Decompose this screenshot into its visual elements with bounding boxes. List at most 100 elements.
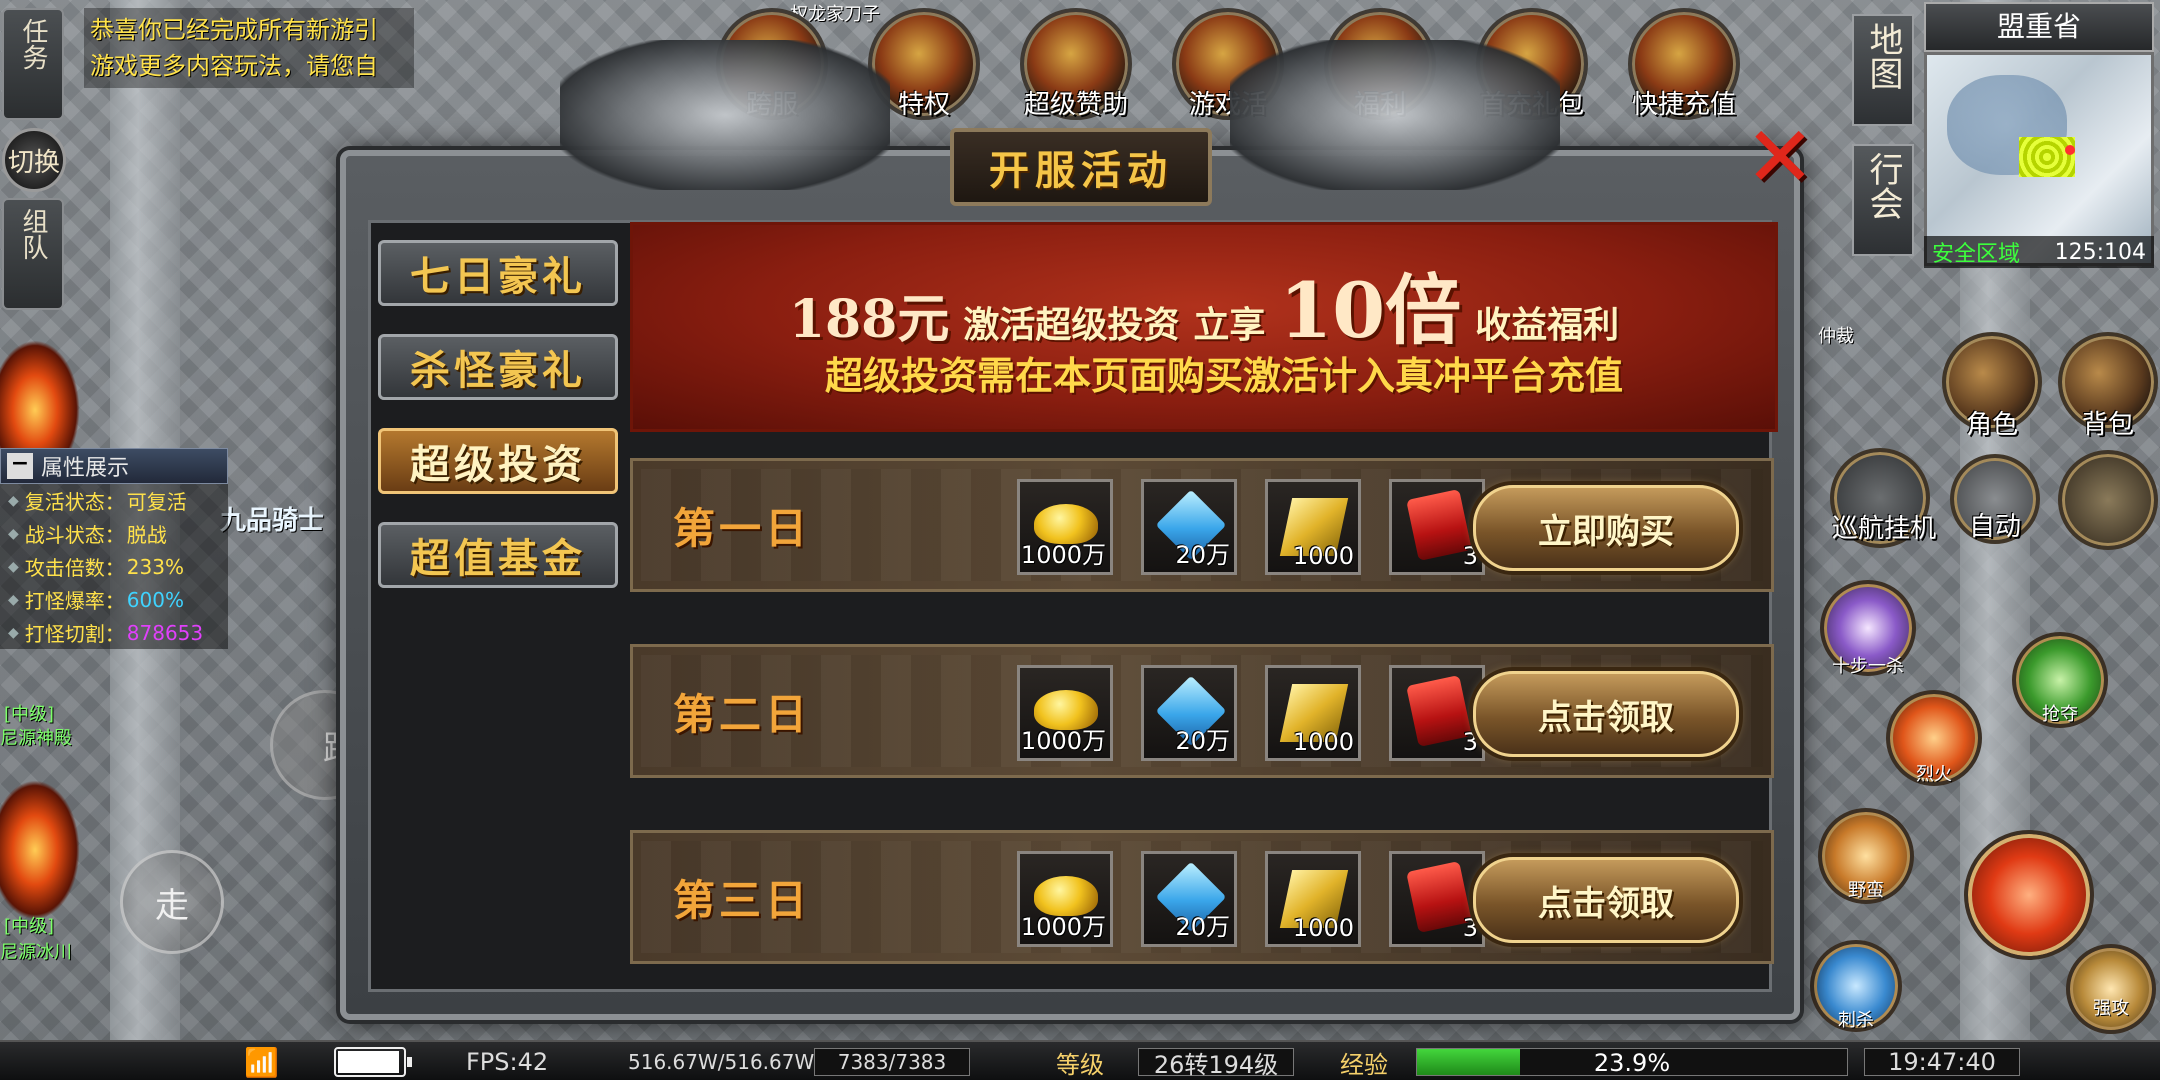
diamond-bullet-icon: ◆ (8, 558, 19, 575)
guild-button[interactable]: 行会 (1852, 144, 1914, 256)
reward-quantity: 20万 (1175, 541, 1230, 569)
reward-slot[interactable]: 1000 (1265, 665, 1361, 761)
attribute-row: ◆ 战斗状态： 脱战 (0, 517, 228, 550)
day-row: 第三日 1000万 20万 1000 3 点击领取 (630, 830, 1774, 964)
tab-label: 超值基金 (410, 535, 586, 582)
attribute-row: ◆ 打怪切割： 878653 (0, 616, 228, 649)
dialog-title-plate: 开服活动 (950, 128, 1212, 206)
claim-button[interactable]: 点击领取 (1473, 671, 1739, 757)
skill-force-attack-button[interactable] (2066, 944, 2156, 1034)
skill-label: 抢夺 (2042, 704, 2078, 725)
bag-button-label: 背包 (2081, 410, 2134, 440)
investment-banner: 188元 激活超级投资 立享 10倍 收益福利 超级投资需在本页面购买激活计入真… (630, 222, 1778, 432)
top-menu-label: 超级赞助 (1023, 90, 1128, 120)
minimap-safe-area (2019, 137, 2075, 177)
reward-slot[interactable]: 20万 (1141, 479, 1237, 575)
switch-button[interactable]: 切换 (2, 128, 66, 192)
attribute-key: 攻击倍数： (24, 556, 125, 580)
tab-label: 杀怪豪礼 (410, 347, 586, 394)
banner-multiplier: 10倍 (1279, 266, 1462, 355)
skill-label: 野蛮 (1848, 880, 1884, 901)
dialog-title: 开服活动 (989, 147, 1173, 194)
player-marker-icon (2065, 145, 2075, 155)
map-name-label: 尼源冰川 (0, 942, 72, 963)
reward-slot[interactable]: 1000万 (1017, 851, 1113, 947)
banner-price: 188元 (788, 289, 950, 350)
walk-button[interactable]: 走 (120, 850, 224, 954)
banner-enjoy: 立享 (1193, 304, 1266, 346)
task-button[interactable]: 任务 (2, 8, 64, 120)
tab-label: 超级投资 (410, 441, 586, 488)
level-label: 等级 (1056, 1050, 1104, 1079)
claim-button[interactable]: 点击领取 (1473, 857, 1739, 943)
top-menu-label: 快捷充值 (1631, 90, 1736, 120)
diamond-bullet-icon: ◆ (8, 591, 19, 608)
tab-label: 七日豪礼 (410, 253, 586, 300)
attribute-value: 878653 (126, 620, 204, 645)
reward-slot[interactable]: 1000万 (1017, 665, 1113, 761)
reward-quantity: 1000万 (1020, 913, 1106, 941)
day-label: 第三日 (673, 876, 812, 925)
team-button[interactable]: 组队 (2, 198, 64, 310)
reward-slot[interactable]: 20万 (1141, 665, 1237, 761)
map-button-label: 地图 (1863, 22, 1903, 90)
collapse-icon[interactable]: − (7, 453, 33, 479)
buy-now-button[interactable]: 立即购买 (1473, 485, 1739, 571)
close-x-icon[interactable]: ✕ (1742, 115, 1818, 199)
dragon-ornament-left (560, 40, 890, 190)
attribute-value: 脱战 (126, 523, 167, 547)
tab-2[interactable]: 杀怪豪礼 (378, 334, 618, 400)
attribute-row: ◆ 攻击倍数： 233% (0, 550, 228, 583)
quest-line: 恭喜你已经完成所有新游引 (90, 16, 378, 44)
tab-4[interactable]: 超值基金 (378, 522, 618, 588)
banner-activate: 激活超级投资 (963, 304, 1180, 346)
map-button[interactable]: 地图 (1852, 14, 1914, 126)
skill-label: 烈火 (1916, 764, 1952, 785)
npc-knight-title: 九品骑士 (220, 506, 325, 536)
exp-percent: 23.9% (1593, 1049, 1671, 1076)
reward-slot[interactable]: 1000 (1265, 479, 1361, 575)
reward-slot[interactable]: 20万 (1141, 851, 1237, 947)
reward-quantity: 1000万 (1020, 727, 1106, 755)
tab-3[interactable]: 超级投资 (378, 428, 618, 494)
reward-slot[interactable]: 3 (1389, 665, 1485, 761)
dragon-ornament-right (1230, 40, 1560, 190)
attribute-value: 600% (126, 587, 184, 612)
attribute-panel-header[interactable]: − 属性展示 (0, 448, 228, 484)
reward-slot[interactable]: 3 (1389, 851, 1485, 947)
cruise-button-label: 巡航挂机 (1831, 514, 1936, 544)
main-attack-button[interactable] (1964, 830, 2094, 960)
fire-portal (0, 780, 80, 920)
coordinates: 125:104 (2054, 239, 2146, 265)
walk-button-label: 走 (155, 885, 189, 926)
minimap[interactable] (1924, 52, 2154, 266)
banner-benefit: 收益福利 (1475, 304, 1620, 346)
attribute-value: 可复活 (126, 490, 187, 514)
reward-quantity: 20万 (1175, 727, 1230, 755)
day-label: 第一日 (673, 504, 812, 553)
diamond-bullet-icon: ◆ (8, 492, 19, 509)
reward-quantity: 1000 (1292, 914, 1354, 942)
skill-label: 刺杀 (1838, 1010, 1874, 1031)
region-name: 盟重省 (1924, 2, 2154, 52)
banner-note: 超级投资需在本页面购买激活计入真冲平台充值 (824, 353, 1623, 398)
tab-1[interactable]: 七日豪礼 (378, 240, 618, 306)
wifi-icon: 📶 (244, 1045, 279, 1079)
safe-zone-label: 安全区域 (1932, 242, 2021, 267)
skill-shortcut-button[interactable] (2058, 450, 2158, 550)
level-tag: [中级] (4, 916, 55, 937)
attribute-key: 打怪切割： (24, 622, 125, 646)
reward-slot[interactable]: 1000万 (1017, 479, 1113, 575)
action-button-label: 立即购买 (1538, 511, 1674, 552)
reward-quantity: 1000 (1292, 728, 1354, 756)
attribute-value: 233% (126, 554, 184, 579)
battery-level (338, 1051, 399, 1073)
auto-button-label: 自动 (1968, 512, 2021, 542)
quest-line: 游戏更多内容玩法，请您自 (90, 52, 378, 80)
fps-readout: FPS:42 (466, 1048, 549, 1076)
day-label: 第二日 (673, 690, 812, 739)
quest-notice[interactable]: 恭喜你已经完成所有新游引 游戏更多内容玩法，请您自 (84, 8, 414, 88)
reward-slot[interactable]: 1000 (1265, 851, 1361, 947)
exp-label: 经验 (1340, 1050, 1388, 1079)
reward-slot[interactable]: 3 (1389, 479, 1485, 575)
